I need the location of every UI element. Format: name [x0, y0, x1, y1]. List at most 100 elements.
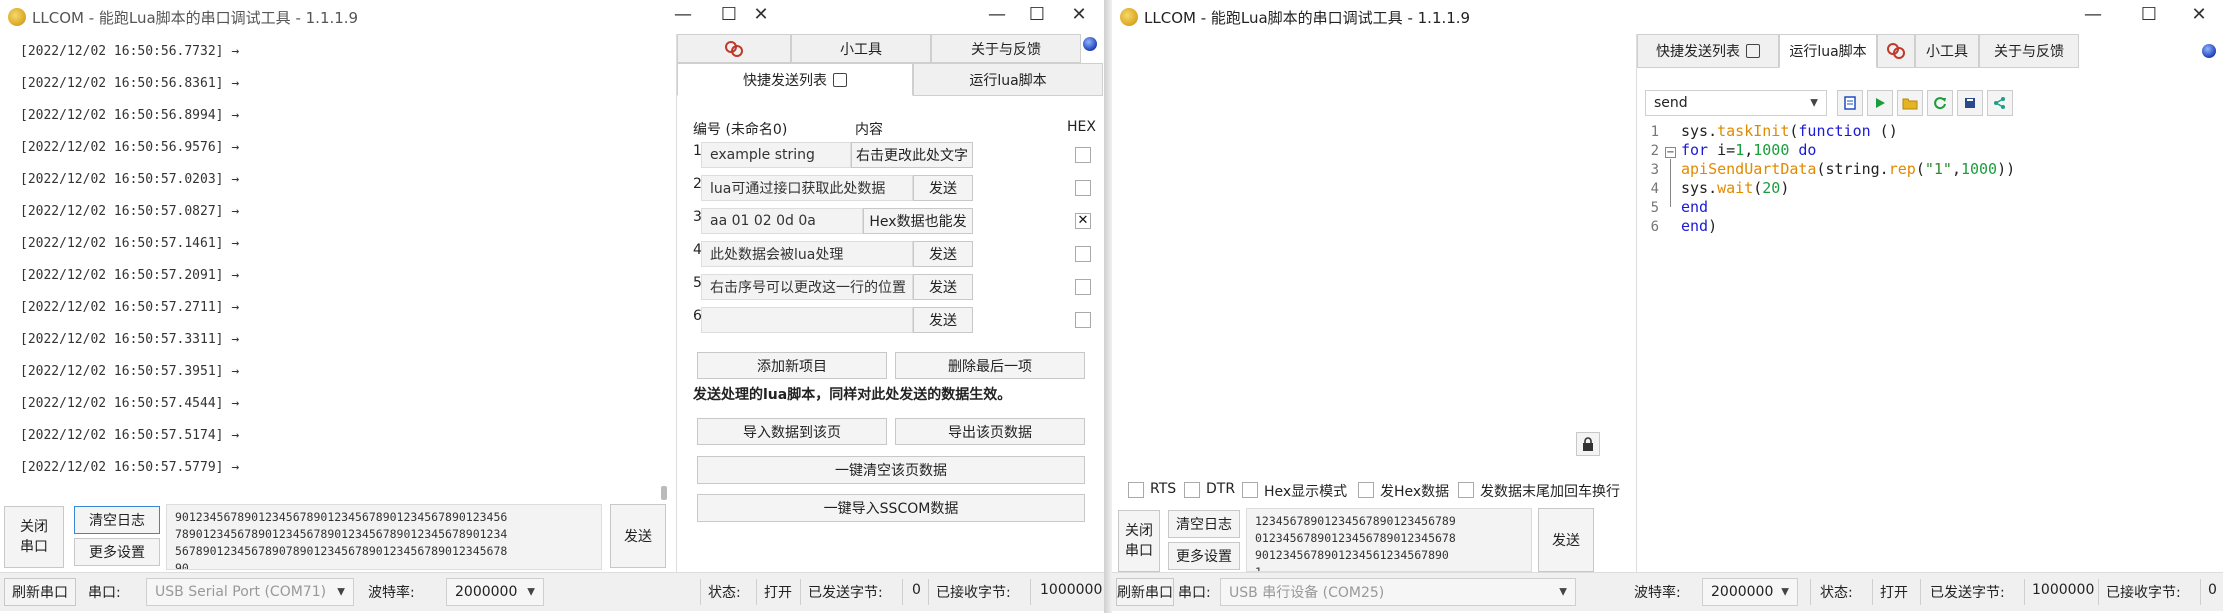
minimize-button[interactable]: — [2070, 0, 2116, 34]
maximize-button[interactable]: ☐ [1014, 0, 1060, 34]
more-settings-button[interactable]: 更多设置 [1168, 542, 1240, 570]
chevron-down-icon: ▼ [1781, 586, 1789, 598]
sent-label: 已发送字节: [1930, 585, 2005, 601]
log-scrollbar[interactable] [661, 486, 667, 500]
add-item-button[interactable]: 添加新项目 [697, 352, 887, 379]
open-folder-button[interactable] [1897, 90, 1923, 116]
row-hex-checkbox[interactable] [1075, 180, 1091, 196]
refresh-port-button[interactable]: 刷新串口 [1116, 578, 1174, 606]
close-window-button[interactable]: ✕ [2176, 0, 2222, 34]
more-settings-button[interactable]: 更多设置 [74, 538, 160, 566]
refresh-icon [1934, 97, 1946, 110]
refresh-port-button[interactable]: 刷新串口 [4, 578, 76, 606]
log-line: [2022/12/02 16:50:57.4544] → [20, 396, 240, 411]
send-button[interactable]: 发送 [610, 504, 666, 568]
fold-toggle[interactable]: − [1665, 147, 1676, 158]
tab-run-lua[interactable]: 运行lua脚本 [1779, 34, 1877, 68]
row-send-button[interactable]: 发送 [913, 307, 973, 333]
clear-log-button[interactable]: 清空日志 [1168, 510, 1240, 538]
row-hex-checkbox[interactable] [1075, 246, 1091, 262]
baud-label: 波特率: [368, 585, 415, 601]
column-hex-header: HEX [1067, 119, 1096, 135]
rts-label: RTS [1150, 481, 1177, 497]
tab-lua-logo[interactable] [677, 34, 791, 63]
script-select[interactable]: send ▼ [1645, 90, 1827, 116]
globe-icon[interactable] [2202, 44, 2216, 58]
port-select[interactable]: USB Serial Port (COM71) ▼ [146, 578, 354, 606]
row-hex-checkbox[interactable] [1075, 279, 1091, 295]
row-text[interactable]: aa 01 02 0d 0a [701, 208, 863, 234]
row-send-button[interactable]: Hex数据也能发 [863, 208, 973, 234]
lock-scroll-button[interactable] [1576, 432, 1600, 456]
log-line: [2022/12/02 16:50:56.9576] → [20, 140, 240, 155]
row-text[interactable]: lua可通过接口获取此处数据 [701, 175, 913, 201]
tab-about[interactable]: 关于与反馈 [931, 34, 1081, 63]
close-window-button[interactable]: ✕ [1056, 0, 1102, 34]
left-titlebar: LLCOM - 能跑Lua脚本的串口调试工具 - 1.1.1.9 — ☐ ✕ [0, 0, 780, 34]
row-send-button[interactable]: 发送 [913, 175, 973, 201]
docs-button[interactable] [1957, 90, 1983, 116]
close-window-button[interactable]: ✕ [746, 0, 776, 34]
close-port-label: 关闭 [20, 519, 48, 535]
rts-checkbox[interactable] [1128, 482, 1144, 498]
tab-quick-send[interactable]: 快捷发送列表 [677, 63, 913, 96]
share-button[interactable] [1987, 90, 2013, 116]
globe-icon[interactable] [1083, 37, 1097, 51]
import-page-button[interactable]: 导入数据到该页 [697, 418, 887, 445]
export-page-button[interactable]: 导出该页数据 [895, 418, 1085, 445]
code-editor[interactable]: 1 2 3 4 5 6 − sys.taskInit(function () f… [1637, 122, 2223, 572]
lua-logo-icon [1887, 43, 1905, 59]
tab-tools[interactable]: 小工具 [791, 34, 931, 63]
send-button[interactable]: 发送 [1538, 508, 1594, 572]
log-line: [2022/12/02 16:50:57.5174] → [20, 428, 240, 443]
baud-select[interactable]: 2000000 ▼ [446, 578, 544, 606]
row-text[interactable] [701, 307, 913, 333]
close-port-button[interactable]: 关闭 串口 [1118, 510, 1160, 572]
send-input[interactable]: 9012345678901234567890123456789012345678… [166, 504, 602, 570]
row-send-button[interactable]: 右击更改此处文字 [851, 142, 973, 168]
tab-tools[interactable]: 小工具 [1915, 34, 1979, 68]
port-value: USB Serial Port (COM71) [155, 584, 327, 600]
new-script-button[interactable] [1837, 90, 1863, 116]
chevron-down-icon: ▼ [1810, 97, 1818, 109]
recv-label: 已接收字节: [2106, 585, 2181, 601]
row-hex-checkbox[interactable] [1075, 312, 1091, 328]
maximize-button[interactable]: ☐ [2126, 0, 2172, 34]
delete-last-button[interactable]: 删除最后一项 [895, 352, 1085, 379]
close-port-button[interactable]: 关闭 串口 [4, 506, 64, 568]
row-text[interactable]: example string [701, 142, 851, 168]
dtr-checkbox[interactable] [1184, 482, 1200, 498]
row-text[interactable]: 此处数据会被lua处理 [701, 241, 913, 267]
send-hex-checkbox[interactable] [1358, 482, 1374, 498]
state-value: 打开 [764, 585, 792, 601]
import-sscom-button[interactable]: 一键导入SSCOM数据 [697, 494, 1085, 522]
tab-lua-logo[interactable] [1877, 34, 1915, 68]
port-select[interactable]: USB 串行设备 (COM25) ▼ [1220, 578, 1576, 606]
right-window: LLCOM - 能跑Lua脚本的串口调试工具 - 1.1.1.9 — ☐ ✕ R… [1112, 0, 2223, 613]
note-icon [833, 72, 847, 87]
row-hex-checkbox[interactable]: ✕ [1075, 213, 1091, 229]
script-select-value: send [1654, 95, 1688, 111]
row-send-button[interactable]: 发送 [913, 241, 973, 267]
baud-select[interactable]: 2000000 ▼ [1702, 578, 1798, 606]
recv-value: 0 [2208, 582, 2217, 598]
quick-send-panel: 小工具 关于与反馈 快捷发送列表 运行lua脚本 编号 (未命名0) 内容 HE… [676, 34, 1104, 572]
tab-quick-send[interactable]: 快捷发送列表 [1637, 34, 1779, 68]
hex-display-checkbox[interactable] [1242, 482, 1258, 498]
send-input[interactable]: 12345678901234567890123456789 0123456789… [1246, 508, 1532, 572]
row-send-button[interactable]: 发送 [913, 274, 973, 300]
clear-log-button[interactable]: 清空日志 [74, 506, 160, 534]
append-crlf-checkbox[interactable] [1458, 482, 1474, 498]
tab-about[interactable]: 关于与反馈 [1979, 34, 2079, 68]
clear-page-button[interactable]: 一键清空该页数据 [697, 456, 1085, 484]
run-script-button[interactable] [1867, 90, 1893, 116]
folder-icon [1902, 98, 1918, 110]
window-title: LLCOM - 能跑Lua脚本的串口调试工具 - 1.1.1.9 [32, 9, 359, 27]
row-text[interactable]: 右击序号可以更改这一行的位置 [701, 274, 913, 300]
minimize-button[interactable]: — [660, 0, 706, 34]
row-hex-checkbox[interactable] [1075, 147, 1091, 163]
reload-button[interactable] [1927, 90, 1953, 116]
line-number: 3 [1650, 162, 1659, 178]
tab-run-lua[interactable]: 运行lua脚本 [913, 63, 1103, 96]
line-number: 1 [1650, 124, 1659, 140]
